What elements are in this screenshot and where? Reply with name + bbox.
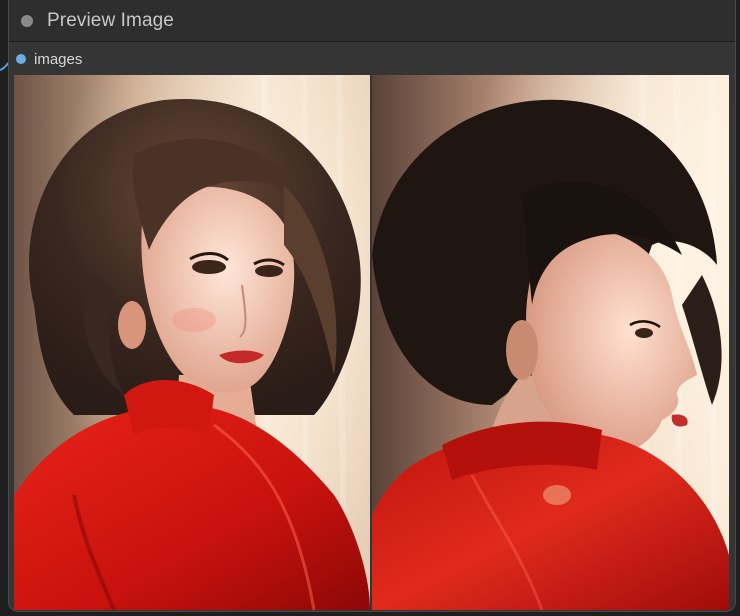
- collapse-toggle-icon[interactable]: [21, 15, 33, 27]
- image-preview-area: [14, 75, 729, 610]
- node-title: Preview Image: [47, 10, 174, 31]
- input-connector-icon[interactable]: [16, 54, 26, 64]
- preview-image-node[interactable]: Preview Image images: [8, 0, 736, 612]
- portrait-profile-image: [372, 75, 729, 610]
- node-title-bar[interactable]: Preview Image: [9, 0, 735, 42]
- portrait-front-image: [14, 75, 370, 610]
- preview-image-2[interactable]: [372, 75, 729, 610]
- input-slot-label: images: [34, 51, 83, 68]
- input-slot-images[interactable]: images: [9, 48, 309, 72]
- graph-canvas[interactable]: Preview Image images: [0, 0, 740, 616]
- preview-image-1[interactable]: [14, 75, 370, 610]
